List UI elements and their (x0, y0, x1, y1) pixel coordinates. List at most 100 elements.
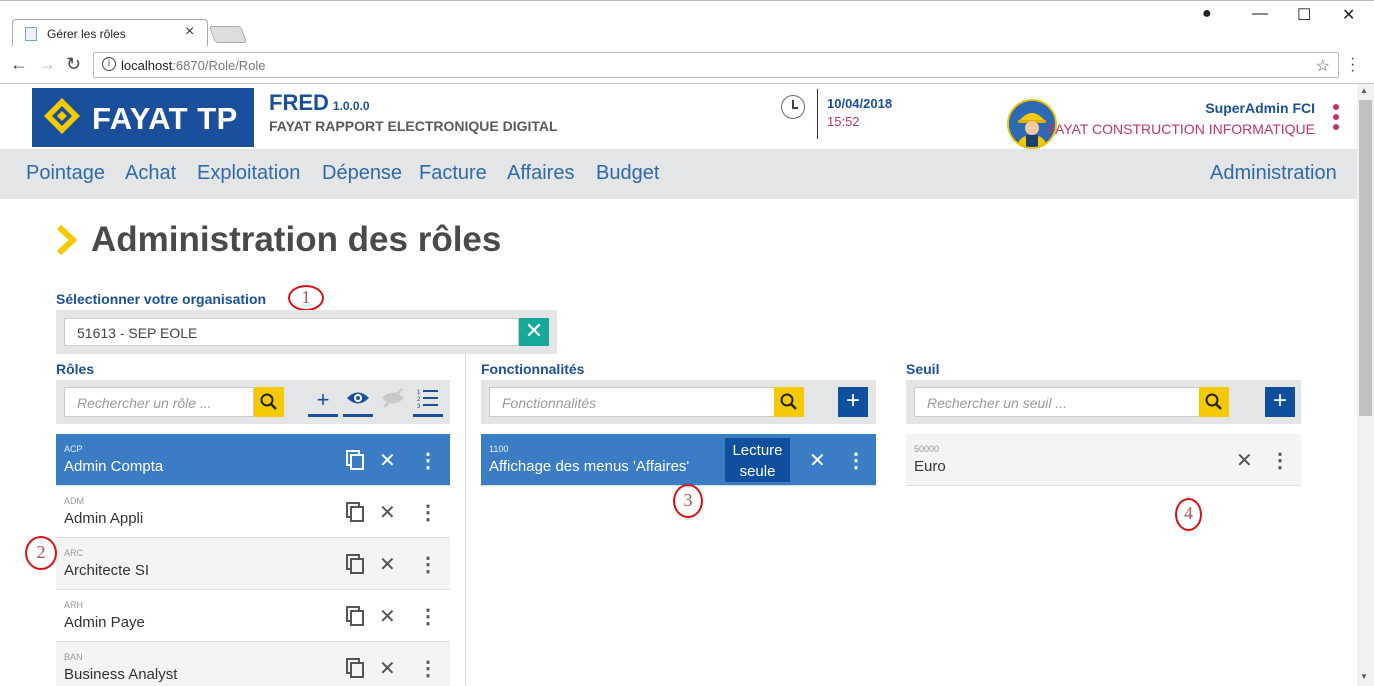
reload-icon[interactable]: ↻ (66, 54, 81, 75)
scroll-down-arrow-icon[interactable]: ▼ (1360, 672, 1368, 681)
browser-menu-icon[interactable]: · · · (1350, 51, 1355, 79)
seuil-name: Euro (914, 458, 946, 475)
fonctionnalite-row[interactable]: 1100 Affichage des menus 'Affaires' Lect… (481, 434, 876, 486)
svg-text:2: 2 (417, 397, 421, 403)
maximize-button[interactable]: ☐ (1297, 5, 1311, 25)
roles-search-button[interactable] (254, 387, 284, 417)
back-arrow-icon[interactable]: ← (10, 54, 28, 75)
tab-title: Gérer les rôles (47, 27, 126, 41)
nav-exploitation[interactable]: Exploitation (197, 162, 300, 185)
mode-lecture-seule-button[interactable]: Lecture seule (725, 438, 790, 482)
nav-pointage[interactable]: Pointage (26, 162, 105, 185)
roles-toolbar: Rechercher un rôle ... + 123 (56, 380, 450, 424)
header-time: 15:52 (827, 114, 860, 129)
forward-arrow-icon[interactable]: → (38, 54, 56, 75)
seuil-toolbar: Rechercher un seuil ... + (906, 380, 1301, 424)
seuil-code: 50000 (914, 444, 940, 454)
nav-achat[interactable]: Achat (125, 162, 176, 185)
minimize-button[interactable]: — (1252, 5, 1268, 23)
delete-icon[interactable]: ✕ (1236, 448, 1253, 473)
roles-search-input[interactable]: Rechercher un rôle ... (64, 387, 254, 417)
delete-icon[interactable]: ✕ (809, 448, 826, 473)
delete-icon[interactable]: ✕ (379, 656, 396, 681)
column-divider (465, 354, 466, 686)
role-name: Admin Paye (64, 614, 145, 631)
roles-label: Rôles (56, 361, 95, 377)
nav-administration[interactable]: Administration (1210, 162, 1337, 185)
seuil-row[interactable]: 50000 Euro ✕ ⋮ (906, 434, 1301, 486)
delete-icon[interactable]: ✕ (379, 552, 396, 577)
role-row[interactable]: ARH Admin Paye ✕ ⋮ (56, 590, 450, 642)
more-vert-icon[interactable]: ⋮ (418, 448, 438, 473)
annotation-1: 1 (288, 285, 324, 311)
add-fonctionnalite-button[interactable]: + (838, 387, 868, 417)
bookmark-star-icon[interactable]: ☆ (1316, 56, 1330, 76)
copy-icon-front (350, 662, 364, 678)
role-row[interactable]: BAN Business Analyst ✕ ⋮ (56, 642, 450, 686)
fonctionnalites-label: Fonctionnalités (481, 361, 585, 377)
more-vert-icon[interactable]: ⋮ (846, 448, 866, 473)
app-version: 1.0.0.0 (332, 99, 370, 113)
add-role-button[interactable]: + (308, 387, 338, 417)
user-organization: FAYAT CONSTRUCTION INFORMATIQUE (1047, 121, 1315, 137)
close-tab-icon[interactable]: × (185, 23, 194, 41)
role-name: Business Analyst (64, 666, 178, 683)
profile-icon[interactable]: ● (1202, 5, 1212, 23)
more-vert-icon[interactable]: ⋮ (418, 656, 438, 681)
fonctionnalite-code: 1100 (489, 444, 509, 454)
role-name: Architecte SI (64, 562, 150, 579)
info-icon[interactable]: i (102, 57, 116, 71)
annotation-4: 4 (1175, 498, 1202, 531)
search-icon (780, 393, 797, 410)
fonctionnalites-search-button[interactable] (774, 387, 804, 417)
main-navigation: Pointage Achat Exploitation Dépense Fact… (0, 149, 1357, 199)
role-code: ARH (64, 600, 84, 610)
nav-facture[interactable]: Facture (419, 162, 487, 185)
more-vert-icon[interactable]: ⋮ (418, 500, 438, 525)
copy-icon-front (350, 558, 364, 574)
app-title: FRED 1.0.0.0 (269, 90, 370, 115)
scrollbar-thumb[interactable] (1359, 100, 1372, 416)
logo-text: FAYAT TP (92, 101, 238, 136)
role-name: Admin Appli (64, 510, 144, 527)
delete-icon[interactable]: ✕ (379, 448, 396, 473)
clear-org-button[interactable]: ✕ (519, 318, 549, 346)
new-tab-button[interactable] (208, 26, 248, 43)
seuil-search-input[interactable]: Rechercher un seuil ... (914, 387, 1200, 417)
fonctionnalites-search-input[interactable]: Fonctionnalités (489, 387, 775, 417)
role-row[interactable]: ARC Architecte SI ✕ ⋮ (56, 538, 450, 590)
copy-icon-front (350, 506, 364, 522)
scroll-up-arrow-icon[interactable]: ▲ (1360, 86, 1368, 95)
close-window-button[interactable]: ✕ (1342, 5, 1355, 25)
fayat-logo[interactable]: FAYAT TP (32, 88, 254, 147)
org-input[interactable]: 51613 - SEP EOLE (64, 318, 519, 346)
header-divider (817, 89, 818, 139)
nav-depense[interactable]: Dépense (322, 162, 402, 185)
role-row[interactable]: ADM Admin Appli ✕ ⋮ (56, 486, 450, 538)
org-selector: 51613 - SEP EOLE ✕ (56, 310, 557, 354)
ordered-list-icon[interactable]: 123 (413, 387, 443, 417)
role-name: Admin Compta (64, 458, 164, 475)
browser-tabstrip: Gérer les rôles × ● — ☐ ✕ (0, 0, 1374, 47)
seuil-search-button[interactable] (1199, 387, 1229, 417)
svg-text:3: 3 (417, 404, 421, 409)
nav-affaires[interactable]: Affaires (507, 162, 574, 185)
clock-icon (781, 95, 805, 119)
more-vert-icon[interactable]: ⋮ (1270, 448, 1290, 473)
delete-icon[interactable]: ✕ (379, 604, 396, 629)
add-seuil-button[interactable]: + (1265, 387, 1295, 417)
annotation-2: 2 (25, 536, 57, 570)
address-bar[interactable]: i localhost:6870/Role/Role ☆ (93, 52, 1339, 78)
nav-budget[interactable]: Budget (596, 162, 659, 185)
svg-text:1: 1 (417, 390, 421, 396)
copy-icon-front (350, 610, 364, 626)
header-date: 10/04/2018 (827, 96, 893, 111)
role-row[interactable]: ACP Admin Compta ✕ ⋮ (56, 434, 450, 486)
hide-inactive-eye-icon[interactable] (378, 387, 408, 417)
delete-icon[interactable]: ✕ (379, 500, 396, 525)
more-vert-icon[interactable]: ⋮ (418, 604, 438, 629)
user-menu-icon[interactable] (1333, 104, 1339, 134)
browser-tab[interactable]: Gérer les rôles × (12, 19, 208, 47)
show-active-eye-icon[interactable] (343, 387, 373, 417)
more-vert-icon[interactable]: ⋮ (418, 552, 438, 577)
